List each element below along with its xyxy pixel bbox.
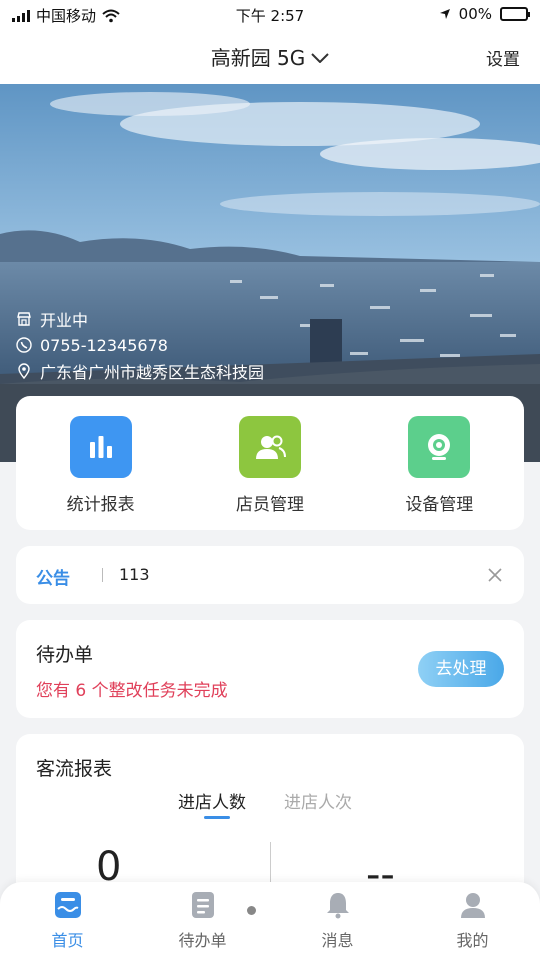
store-status-row: 开业中: [16, 306, 264, 332]
tab-label: 待办单: [178, 931, 227, 950]
tab-profile[interactable]: 我的: [405, 882, 540, 960]
quick-device-management[interactable]: 设备管理: [355, 396, 524, 530]
tab-label: 我的: [456, 931, 489, 950]
todo-title: 待办单: [36, 644, 94, 666]
notification-dot: [247, 906, 256, 915]
store-address: 广东省广州市越秀区生态科技园: [40, 363, 265, 382]
users-icon: [255, 435, 286, 459]
camera-icon: [428, 434, 451, 460]
announcement-text: 113: [119, 565, 150, 584]
top-header: 高新园 5G 设置: [0, 30, 540, 84]
home-icon: [54, 892, 81, 918]
user-icon: [460, 893, 485, 918]
settings-button[interactable]: 设置: [486, 45, 520, 70]
document-icon: [191, 892, 214, 918]
phone-icon: [16, 337, 32, 353]
tab-label: 首页: [51, 931, 84, 950]
bar-chart-icon: [89, 436, 112, 458]
handle-button[interactable]: 去处理: [418, 651, 504, 687]
bell-icon: [326, 893, 349, 919]
battery-percent: 00%: [458, 5, 492, 23]
store-selector[interactable]: 高新园 5G: [0, 42, 540, 71]
stats-tile: [69, 416, 132, 478]
store-icon: [17, 312, 31, 326]
store-title: 高新园 5G: [210, 46, 306, 70]
quick-label: 设备管理: [405, 495, 474, 515]
battery-icon: [500, 7, 530, 21]
status-right: 00%: [439, 5, 530, 23]
tab-indicator: [204, 816, 230, 819]
divider: [102, 568, 103, 582]
store-phone: 0755-12345678: [40, 335, 168, 355]
tab-label: 消息: [321, 931, 354, 950]
location-pin-icon: [18, 363, 30, 379]
quick-staff-management[interactable]: 店员管理: [185, 396, 354, 530]
todo-subtitle: 您有 6 个整改任务未完成: [36, 681, 228, 701]
quick-stats-report[interactable]: 统计报表: [16, 396, 185, 530]
close-icon[interactable]: [486, 566, 504, 584]
store-phone-row[interactable]: 0755-12345678: [16, 332, 264, 358]
todo-card: 待办单 您有 6 个整改任务未完成 去处理: [16, 620, 524, 718]
tab-messages[interactable]: 消息: [270, 882, 405, 960]
traffic-title: 客流报表: [36, 758, 113, 780]
quick-label: 店员管理: [235, 495, 304, 515]
quick-label: 统计报表: [66, 495, 135, 515]
chevron-down-icon: [311, 53, 330, 63]
announcement-tag: 公告: [36, 569, 70, 589]
store-status: 开业中: [40, 311, 89, 330]
announcement-bar[interactable]: 公告 113: [16, 546, 524, 604]
store-info: 开业中 0755-12345678 广东省广州市越秀区生态科技园: [16, 306, 264, 384]
tab-visitor-count[interactable]: 进店人数: [178, 788, 246, 813]
staff-tile: [238, 416, 301, 478]
tab-visit-times[interactable]: 进店人次: [284, 788, 352, 813]
tab-home[interactable]: 首页: [0, 882, 135, 960]
bottom-tab-bar: 首页 待办单 消息 我的: [0, 882, 540, 960]
quick-actions-card: 统计报表 店员管理 设备管理: [16, 396, 524, 530]
status-bar: 中国移动 下午 2:57 00%: [0, 0, 540, 30]
device-tile: [408, 416, 471, 478]
location-arrow-icon: [439, 9, 450, 19]
tab-todo[interactable]: 待办单: [135, 882, 270, 960]
store-address-row: 广东省广州市越秀区生态科技园: [16, 358, 264, 384]
